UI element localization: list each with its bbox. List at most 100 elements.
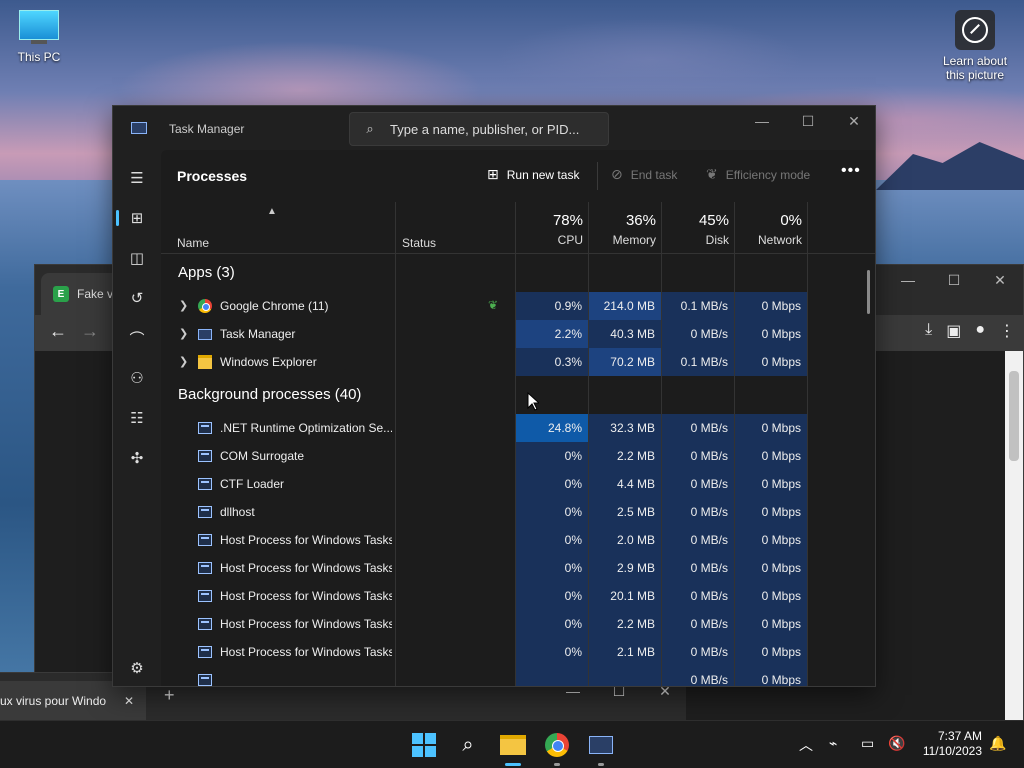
table-row[interactable]: ❯ Windows Explorer 0.3% 70.2 MB 0.1 MB/s 0 Mb… [161,348,875,376]
run-new-task-button[interactable]: ⊞ Run new task [487,166,579,183]
browser-tab[interactable]: ux virus pour Windo ✕ [0,681,146,721]
processes-page: Processes ⊞ Run new task ⊘ End task ❦ Ef… [161,150,875,686]
minimize-icon[interactable]: — [739,106,785,136]
app-history-icon[interactable]: ↺ [125,286,149,310]
network-total: 0% [780,212,802,229]
desktop-icon-this-pc[interactable]: This PC [14,10,64,64]
memory-cell: 2.1 MB [589,638,661,666]
cpu-cell: 0% [516,442,588,470]
network-cell: 0 Mbps [735,292,807,320]
disk-label: Disk [705,233,729,247]
chevron-right-icon[interactable]: ❯ [179,299,188,312]
file-explorer-button[interactable] [499,731,527,759]
process-name: dllhost [220,505,255,519]
chevron-right-icon[interactable]: ❯ [179,355,188,368]
kebab-menu-icon[interactable]: ⋮ [999,321,1015,341]
start-button[interactable] [410,731,438,759]
table-row[interactable]: CTF Loader 0% 4.4 MB 0 MB/s 0 Mbps [161,470,875,498]
clock[interactable]: 7:37 AM 11/10/2023 [914,729,982,759]
process-icon [198,618,212,630]
display-icon[interactable]: ▭ [861,735,874,752]
chevron-up-icon[interactable]: ︿ [799,735,813,755]
cpu-cell: 0% [516,638,588,666]
volume-muted-icon[interactable]: 🔇 [888,735,905,752]
performance-icon[interactable]: ◫ [125,246,149,270]
table-row[interactable]: Host Process for Windows Tasks 0% 2.2 MB 0 … [161,610,875,638]
more-options-icon[interactable]: ••• [841,162,861,180]
network-cell: 0 Mbps [735,414,807,442]
table-row[interactable]: COM Surrogate 0% 2.2 MB 0 MB/s 0 Mbps [161,442,875,470]
table-row[interactable]: Host Process for Windows Tasks 0% 2.1 MB 0 … [161,638,875,666]
services-icon[interactable]: ✣ [125,446,149,470]
cpu-label: CPU [557,233,583,247]
column-header-network[interactable]: 0% Network [740,212,802,247]
maximize-icon[interactable]: ☐ [785,106,831,136]
download-icon[interactable]: ⤓ [925,321,932,341]
browser-window-controls: — ☐ ✕ [885,265,1023,295]
table-row[interactable]: 0 MB/s 0 Mbps [161,666,875,686]
no-network-icon[interactable]: ⌁ [829,735,837,752]
sidepanel-icon[interactable]: ▣ [946,321,961,341]
group-title-apps: Apps (3) [178,264,235,281]
profile-icon[interactable]: ● [975,321,985,341]
taskbar: ⌕ ︿ ⌁ ▭ 🔇 7:37 AM 11/10/2023 🔔 [0,720,1024,768]
search-icon[interactable]: ⌕ [454,731,482,759]
table-row[interactable]: ❯ Task Manager 2.2% 40.3 MB 0 MB/s 0 Mbps [161,320,875,348]
process-icon [198,329,212,340]
disk-cell: 0 MB/s [662,470,734,498]
column-header-cpu[interactable]: 78% CPU [521,212,583,247]
column-header-status[interactable]: Status [402,236,436,250]
table-row[interactable]: Host Process for Windows Tasks 0% 20.1 MB 0… [161,582,875,610]
browser-scrollbar[interactable] [1005,351,1023,725]
table-row[interactable]: dllhost 0% 2.5 MB 0 MB/s 0 Mbps [161,498,875,526]
process-name: CTF Loader [220,477,285,491]
minimize-icon[interactable]: — [885,265,931,295]
forward-arrow-icon[interactable]: → [81,321,99,342]
desktop-icon-learn-about-picture[interactable]: Learn about this picture [936,10,1014,82]
close-tab-icon[interactable]: ✕ [124,694,134,708]
back-arrow-icon[interactable]: ← [49,321,67,342]
efficiency-mode-button[interactable]: ❦ Efficiency mode [706,166,810,183]
details-icon[interactable]: ☷ [125,406,149,430]
maximize-icon[interactable]: ☐ [931,265,977,295]
column-header-memory[interactable]: 36% Memory [594,212,656,247]
chrome-button[interactable] [543,731,571,759]
monitor-stand [31,40,47,44]
process-icon [198,562,212,574]
notification-bell-icon[interactable]: 🔔 [989,735,1006,752]
end-task-label: End task [630,167,678,182]
disk-cell: 0 MB/s [662,526,734,554]
close-icon[interactable]: ✕ [831,106,875,136]
folder-icon [500,735,526,755]
column-header-disk[interactable]: 45% Disk [667,212,729,247]
table-row[interactable]: Host Process for Windows Tasks 0% 2.0 MB 0 … [161,526,875,554]
close-icon[interactable]: ✕ [977,265,1023,295]
task-manager-button[interactable] [587,731,615,759]
title-bar: Task Manager ⌕ — ☐ ✕ [113,106,875,150]
chevron-right-icon[interactable]: ❯ [179,327,188,340]
table-scrollbar-thumb[interactable] [867,270,870,314]
processes-icon[interactable]: ⊞ [125,206,149,230]
search-box[interactable]: ⌕ [349,112,609,146]
startup-apps-icon[interactable]: ⌒ [125,326,149,350]
disk-cell: 0 MB/s [662,610,734,638]
new-tab-icon[interactable]: + [164,685,175,706]
network-cell: 0 Mbps [735,610,807,638]
hamburger-menu-icon[interactable]: ☰ [125,166,149,190]
efficiency-leaf-icon: ❦ [488,298,499,312]
process-icon [198,450,212,462]
end-task-button[interactable]: ⊘ End task [611,166,677,183]
table-row[interactable]: Host Process for Windows Tasks 0% 2.9 MB 0 … [161,554,875,582]
memory-cell: 70.2 MB [589,348,661,376]
users-icon[interactable]: ⚇ [125,366,149,390]
search-input[interactable] [390,121,600,137]
task-manager-window: Task Manager ⌕ — ☐ ✕ ☰ ⊞ ◫ ↺ ⌒ ⚇ ☷ ✣ ⚙ P… [112,105,876,687]
table-row[interactable]: ❯ Google Chrome (11) ❦ 0.9% 214.0 MB 0.1 MB/s… [161,292,875,320]
column-header-name[interactable]: Name [177,236,209,250]
run-task-icon: ⊞ [487,166,499,182]
settings-gear-icon[interactable]: ⚙ [125,656,149,680]
cpu-cell: 0% [516,470,588,498]
scroll-thumb[interactable] [1009,371,1019,461]
memory-cell: 214.0 MB [589,292,661,320]
table-row[interactable]: .NET Runtime Optimization Se... 24.8% 32.3… [161,414,875,442]
